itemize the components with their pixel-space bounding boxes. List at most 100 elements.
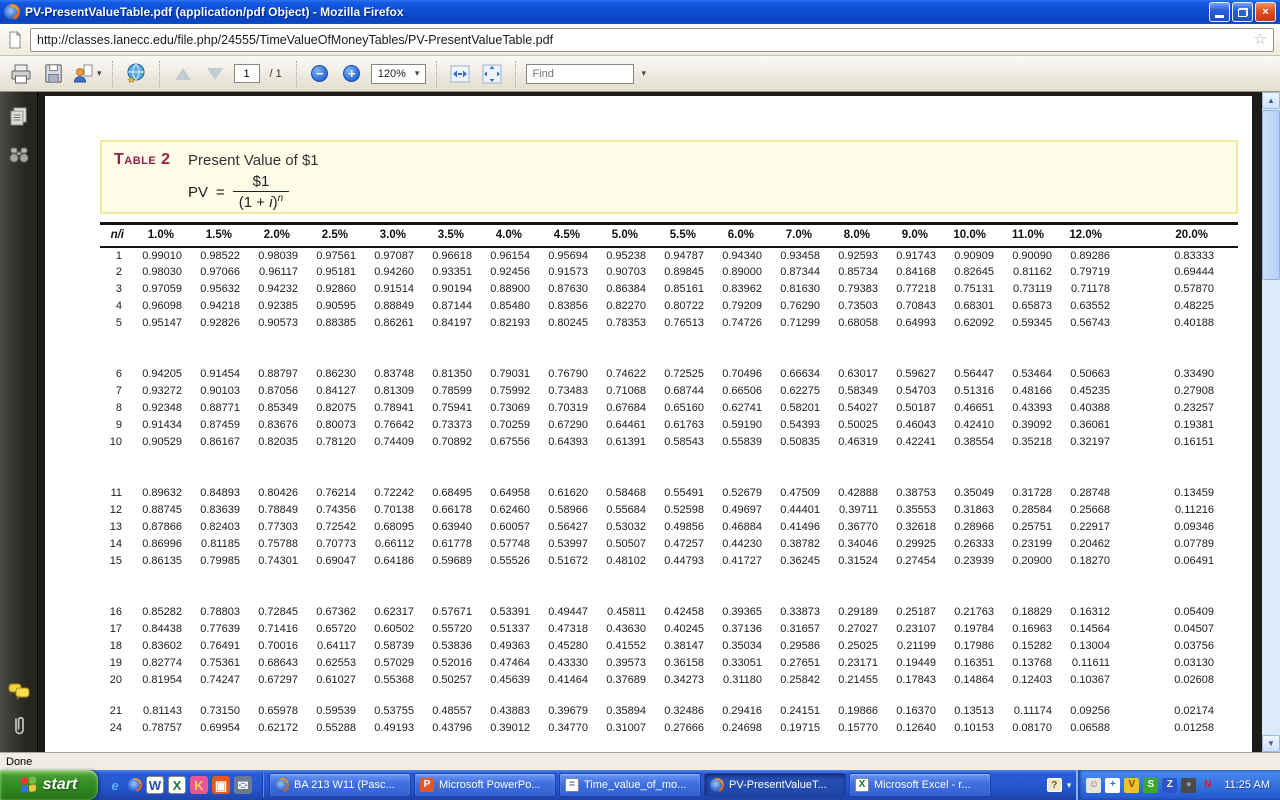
pdf-sidebar <box>0 92 38 752</box>
page-number-input[interactable] <box>234 64 260 83</box>
pages-panel-icon[interactable] <box>9 106 29 128</box>
value-cell: 0.19784 <box>948 621 1006 638</box>
value-cell: 0.20900 <box>1006 553 1064 570</box>
zoom-level-value: 120% <box>378 68 406 80</box>
norton-icon[interactable]: N <box>1200 778 1215 793</box>
value-cell: 0.97066 <box>194 264 252 281</box>
globe-tray-icon[interactable]: ● <box>1181 778 1196 793</box>
minimize-button[interactable] <box>1209 2 1230 22</box>
value-cell: 0.83748 <box>368 366 426 383</box>
start-button[interactable]: start <box>0 770 98 800</box>
scrollbar-thumb[interactable] <box>1262 110 1280 280</box>
value-cell: 0.87459 <box>194 417 252 434</box>
comments-panel-icon[interactable] <box>8 683 30 700</box>
table-row: 80.923480.887710.853490.820750.789410.75… <box>100 400 1238 417</box>
fit-page-button[interactable] <box>479 60 505 88</box>
web-tools-button[interactable] <box>123 60 149 88</box>
table-row: 210.811430.731500.659780.595390.537550.4… <box>100 703 1238 720</box>
value-cell: 0.56447 <box>948 366 1006 383</box>
value-cell: 0.53997 <box>542 536 600 553</box>
zoom-in-button[interactable]: + <box>339 60 365 88</box>
taskbar-button[interactable]: PMicrosoft PowerPo... <box>414 773 556 797</box>
value-cell: 0.44793 <box>658 553 716 570</box>
word-icon[interactable]: W <box>146 776 164 794</box>
value-cell: 0.73119 <box>1006 281 1064 298</box>
vertical-scrollbar[interactable]: ▲ ▼ <box>1262 92 1280 752</box>
messenger-icon[interactable]: ☺ <box>1086 778 1101 793</box>
taskbar-button[interactable]: =Time_value_of_mo... <box>559 773 701 797</box>
ie-icon[interactable]: e <box>106 776 124 794</box>
powerpoint-icon: P <box>420 778 434 792</box>
period-cell: 5 <box>100 315 136 332</box>
value-cell: 0.27454 <box>890 553 948 570</box>
find-input[interactable] <box>526 64 634 84</box>
value-cell: 0.73503 <box>832 298 890 315</box>
zoom-out-button[interactable]: − <box>307 60 333 88</box>
collapse-chevron-icon[interactable]: ▾ <box>1067 780 1072 791</box>
fit-width-button[interactable] <box>447 60 473 88</box>
value-cell: 0.68643 <box>252 655 310 672</box>
value-cell: 0.29925 <box>890 536 948 553</box>
url-bar[interactable]: http://classes.lanecc.edu/file.php/24555… <box>30 28 1274 52</box>
value-cell: 0.76642 <box>368 417 426 434</box>
firefox-icon <box>4 4 20 20</box>
taskbar-button[interactable]: BA 213 W11 (Pasc... <box>269 773 411 797</box>
table-row: 200.819540.742470.672970.610270.553680.5… <box>100 672 1238 689</box>
key-app-icon[interactable]: K <box>190 776 208 794</box>
value-cell: 0.87866 <box>136 519 194 536</box>
value-cell: 0.28748 <box>1064 485 1122 502</box>
excel-icon: X <box>855 778 869 792</box>
value-cell: 0.23257 <box>1122 400 1238 417</box>
value-cell: 0.49697 <box>716 502 774 519</box>
zoom-level-select[interactable]: 120% ▾ <box>371 64 427 84</box>
orange-app-icon[interactable]: ▣ <box>212 776 230 794</box>
value-cell: 0.24151 <box>774 703 832 720</box>
value-cell: 0.92826 <box>194 315 252 332</box>
period-cell: 1 <box>100 247 136 264</box>
value-cell: 0.90909 <box>948 247 1006 264</box>
period-cell: 17 <box>100 621 136 638</box>
save-button[interactable] <box>40 60 66 88</box>
formula-lhs: PV <box>188 184 208 201</box>
dropdown-arrow-icon: ▾ <box>415 68 420 79</box>
excel-icon[interactable]: X <box>168 776 186 794</box>
search-binoculars-icon[interactable] <box>8 146 30 164</box>
attachments-panel-icon[interactable] <box>11 714 27 738</box>
value-cell: 0.90703 <box>600 264 658 281</box>
value-cell: 0.93272 <box>136 383 194 400</box>
value-cell: 0.95238 <box>600 247 658 264</box>
value-cell: 0.96154 <box>484 247 542 264</box>
firefox-icon[interactable] <box>128 778 142 792</box>
find-dropdown-arrow-icon[interactable]: ▾ <box>641 68 646 79</box>
value-cell: 0.56427 <box>542 519 600 536</box>
scroll-down-button[interactable]: ▼ <box>1262 735 1280 752</box>
z-app-icon[interactable]: Z <box>1162 778 1177 793</box>
security-tool-icon[interactable]: + <box>1105 778 1120 793</box>
pdf-canvas: Table 2 Present Value of $1 PV = $1 (1 +… <box>39 92 1262 752</box>
value-cell: 0.46884 <box>716 519 774 536</box>
value-cell: 0.23171 <box>832 655 890 672</box>
value-cell: 0.78803 <box>194 604 252 621</box>
value-cell: 0.84197 <box>426 315 484 332</box>
collaborate-button[interactable]: ▾ <box>72 60 102 88</box>
print-button[interactable] <box>8 60 34 88</box>
mail-app-icon[interactable]: ✉ <box>234 776 252 794</box>
value-cell: 0.71299 <box>774 315 832 332</box>
value-cell: 0.45811 <box>600 604 658 621</box>
value-cell: 0.79985 <box>194 553 252 570</box>
restore-button[interactable] <box>1232 2 1253 22</box>
scroll-up-button[interactable]: ▲ <box>1262 92 1280 109</box>
green-agent-icon[interactable]: S <box>1143 778 1158 793</box>
value-cell: 0.84893 <box>194 485 252 502</box>
next-page-button[interactable] <box>202 60 228 88</box>
taskbar-button[interactable]: PV-PresentValueT... <box>704 773 846 797</box>
taskbar-button[interactable]: XMicrosoft Excel - r... <box>849 773 991 797</box>
close-button[interactable]: × <box>1255 2 1276 22</box>
bookmark-star-icon[interactable]: ☆ <box>1254 32 1267 47</box>
previous-page-button[interactable] <box>170 60 196 88</box>
shield-icon[interactable]: V <box>1124 778 1139 793</box>
value-cell: 0.53755 <box>368 703 426 720</box>
value-cell: 0.49363 <box>484 638 542 655</box>
value-cell: 0.75788 <box>252 536 310 553</box>
docked-app-icon[interactable]: ? <box>1047 778 1062 792</box>
